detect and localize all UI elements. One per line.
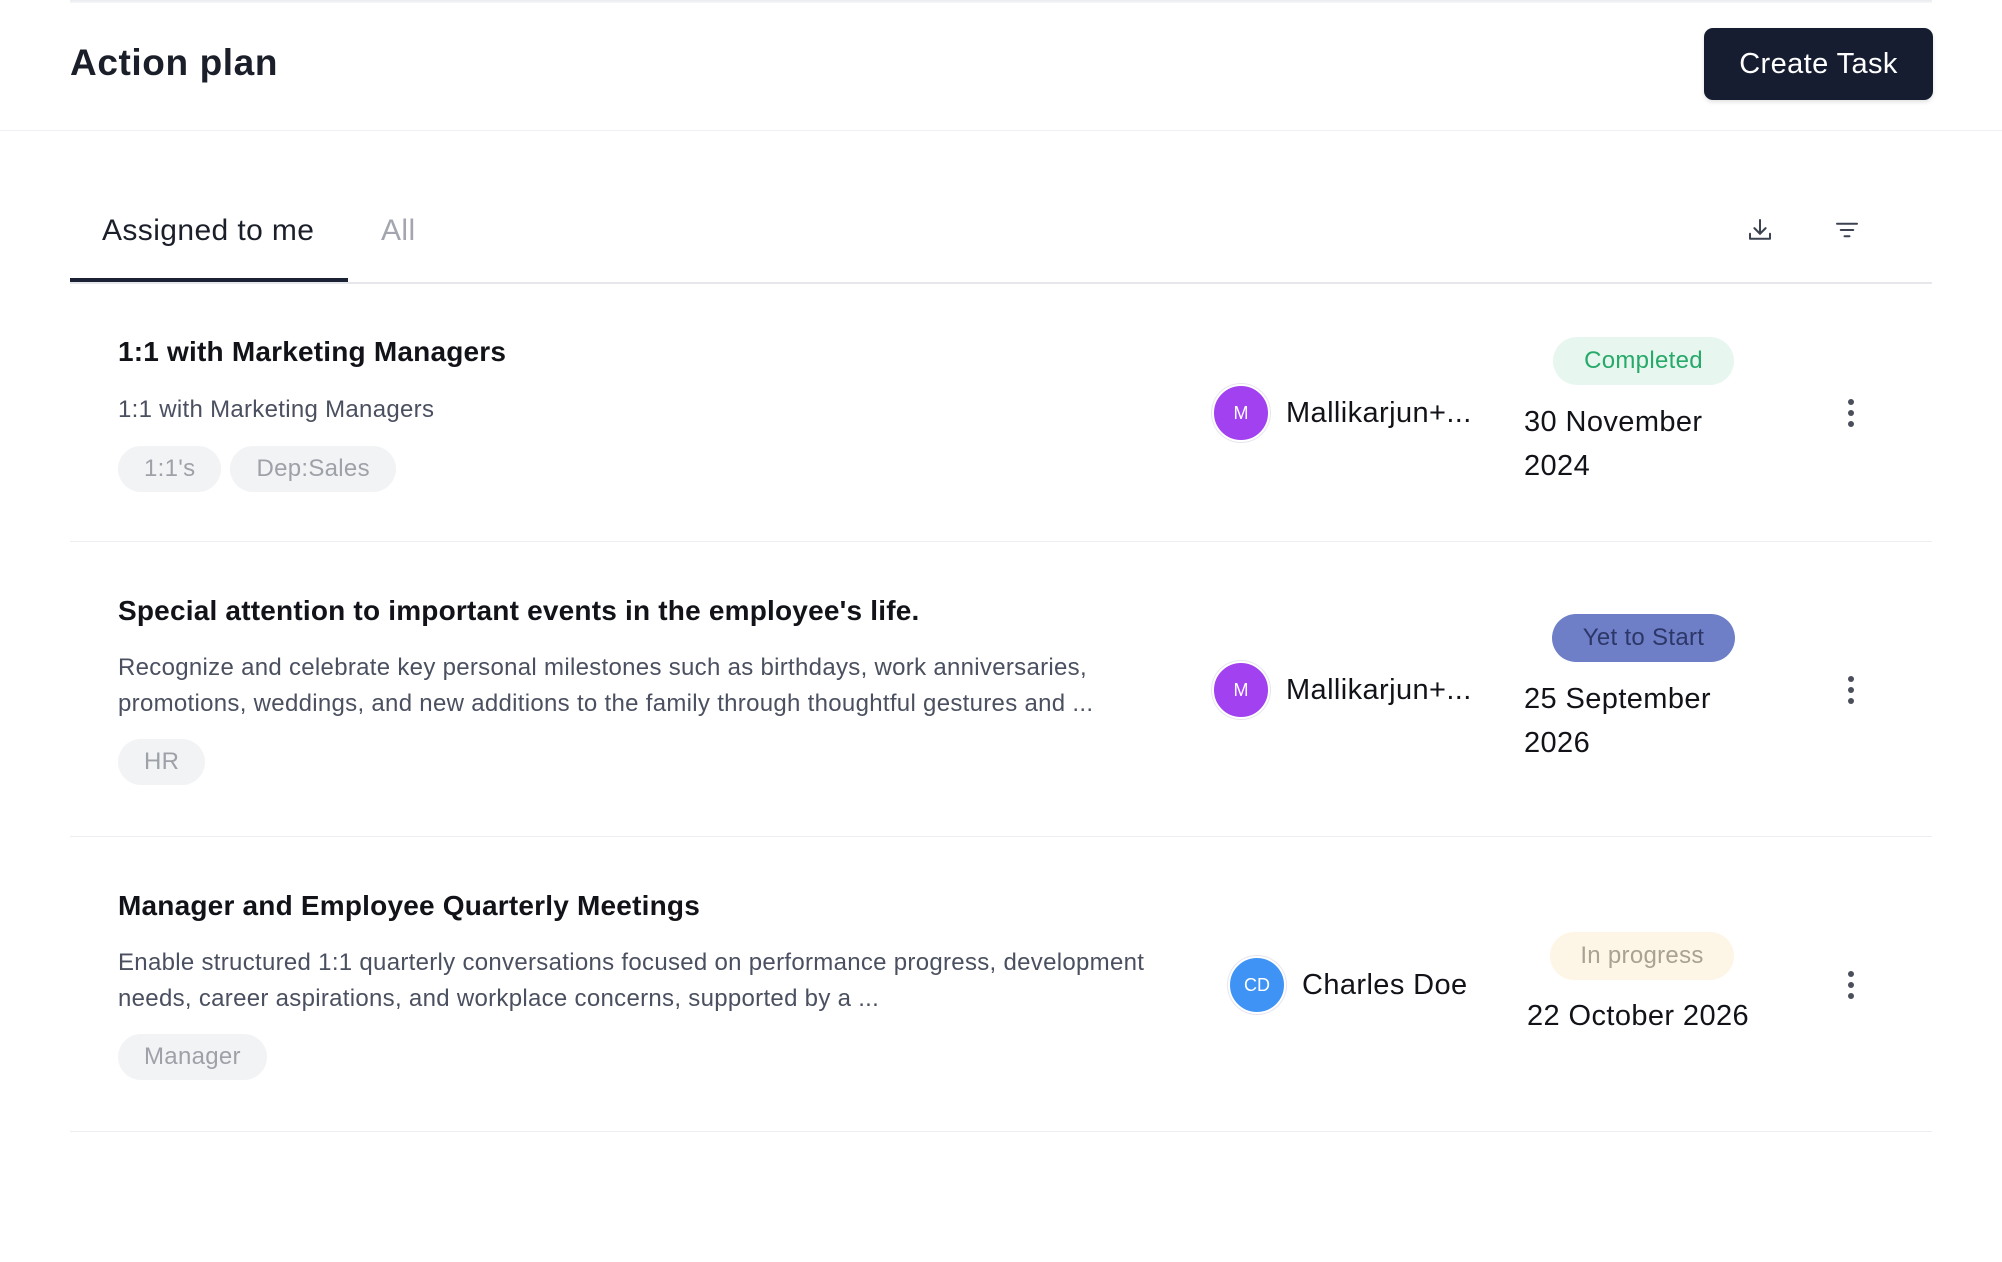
avatar: M bbox=[1212, 384, 1270, 442]
task-description: Recognize and celebrate key personal mil… bbox=[118, 654, 1094, 717]
task-title[interactable]: Manager and Employee Quarterly Meetings bbox=[118, 890, 700, 922]
assignee: CD Charles Doe bbox=[1228, 956, 1468, 1014]
due-date: 30 November 2024 bbox=[1524, 406, 1703, 482]
more-options-icon[interactable] bbox=[1834, 393, 1868, 433]
status-badge: Yet to Start bbox=[1552, 614, 1735, 662]
page-header: Action plan Create Task bbox=[0, 0, 2002, 131]
more-options-icon[interactable] bbox=[1834, 965, 1868, 1005]
due-date: 22 October 2026 bbox=[1527, 1000, 1750, 1032]
tab-bar: Assigned to me All bbox=[70, 190, 1932, 284]
tag: 1:1's bbox=[118, 446, 222, 492]
task-tags: Manager bbox=[118, 1034, 267, 1080]
assignee-name: Charles Doe bbox=[1302, 968, 1468, 1001]
avatar: CD bbox=[1228, 956, 1286, 1014]
active-tab-indicator bbox=[70, 278, 348, 282]
task-row[interactable]: 1:1 with Marketing Managers 1:1 with Mar… bbox=[70, 286, 1932, 542]
download-icon[interactable] bbox=[1740, 210, 1780, 250]
assignee: M Mallikarjun+... bbox=[1212, 384, 1472, 442]
assignee-name: Mallikarjun+... bbox=[1286, 396, 1472, 429]
task-tags: HR bbox=[118, 739, 206, 785]
tag: Manager bbox=[118, 1034, 267, 1080]
task-row[interactable]: Special attention to important events in… bbox=[70, 542, 1932, 837]
task-description: 1:1 with Marketing Managers bbox=[118, 396, 435, 423]
status-badge: Completed bbox=[1553, 337, 1734, 385]
status-badge: In progress bbox=[1550, 932, 1734, 980]
avatar: M bbox=[1212, 661, 1270, 719]
page-title: Action plan bbox=[70, 42, 279, 83]
tag: Dep:Sales bbox=[230, 446, 396, 492]
more-options-icon[interactable] bbox=[1834, 670, 1868, 710]
tag: HR bbox=[118, 739, 206, 785]
task-tags: 1:1's Dep:Sales bbox=[118, 446, 396, 492]
assignee-name: Mallikarjun+... bbox=[1286, 673, 1472, 706]
task-description: Enable structured 1:1 quarterly conversa… bbox=[118, 949, 1145, 1012]
task-title[interactable]: 1:1 with Marketing Managers bbox=[118, 336, 506, 368]
tab-all[interactable]: All bbox=[381, 214, 416, 248]
due-date: 25 September 2026 bbox=[1524, 683, 1711, 759]
task-title[interactable]: Special attention to important events in… bbox=[118, 595, 919, 627]
task-row[interactable]: Manager and Employee Quarterly Meetings … bbox=[70, 837, 1932, 1132]
tab-assigned-to-me[interactable]: Assigned to me bbox=[102, 214, 314, 248]
filter-icon[interactable] bbox=[1827, 210, 1867, 250]
assignee: M Mallikarjun+... bbox=[1212, 661, 1472, 719]
create-task-button[interactable]: Create Task bbox=[1704, 28, 1933, 100]
